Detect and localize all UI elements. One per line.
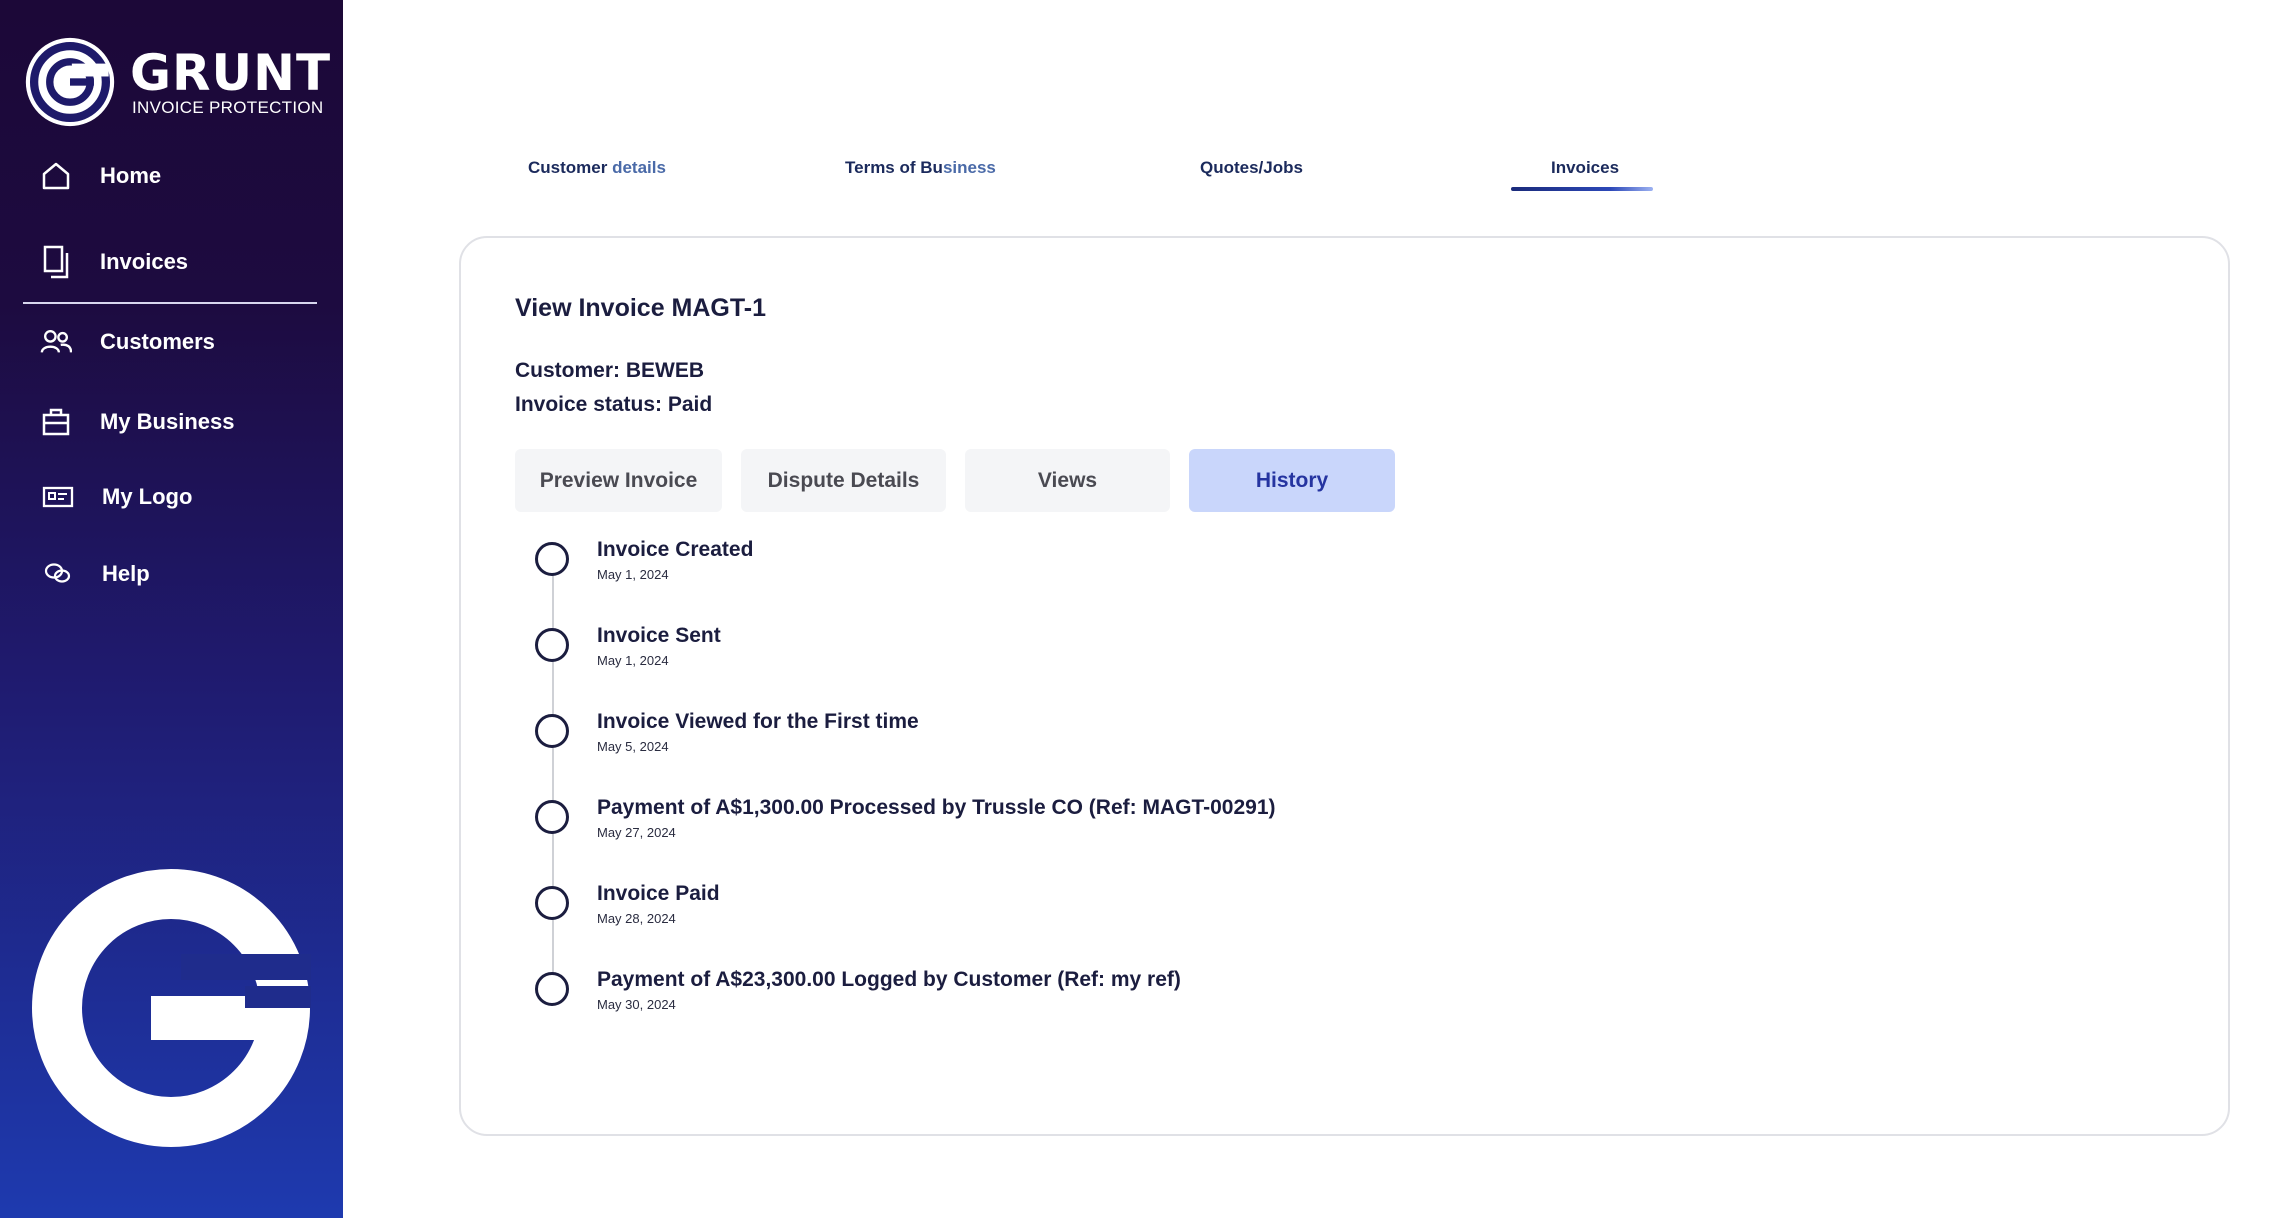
segment-dispute-details[interactable]: Dispute Details (741, 449, 946, 512)
sidebar-active-divider (23, 302, 317, 304)
segment-views[interactable]: Views (965, 449, 1170, 512)
brand-name: GRUNT (130, 44, 332, 102)
brand[interactable]: GRUNT INVOICE PROTECTION (24, 36, 331, 128)
tab-label-mid: Bu (920, 158, 943, 177)
timeline-item-title: Payment of A$1,300.00 Processed by Truss… (597, 796, 1276, 819)
briefcase-icon (40, 406, 72, 438)
tab-quotes-jobs[interactable]: Quotes/Jobs (1200, 158, 1303, 178)
segment-history[interactable]: History (1189, 449, 1395, 512)
tab-customer-details[interactable]: Customer details (528, 158, 666, 178)
timeline-node-icon (535, 886, 569, 920)
timeline-item-date: May 28, 2024 (597, 911, 676, 926)
home-icon (40, 160, 72, 192)
timeline-item-date: May 1, 2024 (597, 653, 669, 668)
tab-label-suffix: details (612, 158, 666, 177)
timeline-node-icon (535, 800, 569, 834)
sidebar-item-my-business[interactable]: My Business (40, 406, 235, 438)
sidebar-item-label: My Logo (102, 484, 193, 509)
tab-label: Invoices (1551, 158, 1620, 177)
sidebar-item-label: Invoices (100, 249, 189, 274)
sidebar-item-my-logo[interactable]: My Logo (42, 481, 192, 513)
tab-label-suffix: siness (942, 158, 996, 177)
sidebar-item-label: Customers (100, 329, 215, 354)
tab-label: Terms of (845, 158, 921, 177)
timeline-item-date: May 5, 2024 (597, 739, 669, 754)
active-tab-indicator (1511, 187, 1653, 191)
timeline-item-date: May 30, 2024 (597, 997, 676, 1012)
page-title: View Invoice MAGT-1 (515, 294, 767, 322)
invoice-status: Invoice status: Paid (515, 393, 713, 416)
sidebar-item-home[interactable]: Home (40, 160, 161, 192)
brand-tagline: INVOICE PROTECTION (132, 98, 324, 117)
timeline-item-title: Invoice Created (597, 538, 754, 561)
tab-label: Quotes/Jobs (1200, 158, 1303, 177)
document-icon (40, 245, 72, 279)
timeline-node-icon (535, 714, 569, 748)
timeline-item-title: Invoice Paid (597, 882, 720, 905)
chat-bubbles-icon (42, 558, 74, 590)
sidebar: GRUNT INVOICE PROTECTION Home Invoices C… (0, 0, 343, 1218)
sidebar-item-invoices[interactable]: Invoices (40, 245, 189, 279)
timeline-node-icon (535, 542, 569, 576)
tab-terms-of-business[interactable]: Terms of Business (845, 158, 996, 178)
sidebar-item-label: Help (102, 561, 150, 586)
tab-invoices[interactable]: Invoices (1551, 158, 1619, 178)
timeline-node-icon (535, 972, 569, 1006)
sidebar-item-label: Home (100, 163, 162, 188)
tab-label: Customer (528, 158, 613, 177)
timeline-node-icon (535, 628, 569, 662)
sidebar-item-help[interactable]: Help (42, 558, 150, 590)
grunt-watermark-icon (32, 869, 311, 1147)
timeline-item-title: Invoice Viewed for the First time (597, 710, 919, 733)
grunt-logo-icon (25, 37, 115, 127)
id-card-icon (42, 481, 74, 513)
timeline-item-date: May 1, 2024 (597, 567, 669, 582)
sidebar-item-customers[interactable]: Customers (40, 326, 215, 358)
timeline-item-title: Invoice Sent (597, 624, 721, 647)
timeline-item-date: May 27, 2024 (597, 825, 676, 840)
users-icon (40, 326, 72, 358)
timeline-connector (552, 560, 554, 990)
timeline-item-title: Payment of A$23,300.00 Logged by Custome… (597, 968, 1181, 991)
customer-info: Customer: BEWEB (515, 359, 705, 382)
sidebar-item-label: My Business (100, 409, 235, 434)
invoice-card: View Invoice MAGT-1 Customer: BEWEB Invo… (459, 236, 2230, 1136)
segment-preview-invoice[interactable]: Preview Invoice (515, 449, 722, 512)
